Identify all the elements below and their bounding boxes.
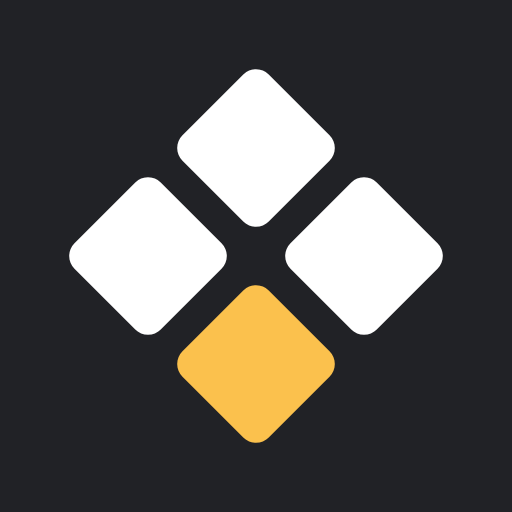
- tile-left: [61, 169, 235, 343]
- tile-bottom: [169, 277, 343, 451]
- tile-top: [169, 61, 343, 235]
- app-icon: [0, 0, 512, 512]
- tile-right: [277, 169, 451, 343]
